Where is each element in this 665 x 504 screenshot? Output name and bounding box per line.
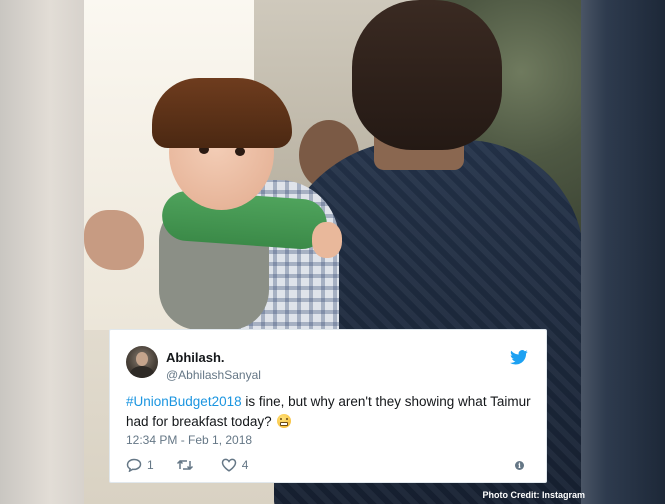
man-head [352,0,502,150]
retweet-icon [176,459,193,471]
twitter-bird-icon[interactable] [510,350,528,365]
baby-hair [152,78,292,148]
embedded-tweet-card[interactable]: Abhilash. @AbhilashSanyal #UnionBudget20… [109,329,547,483]
tweet-text: #UnionBudget2018 is fine, but why aren't… [126,392,531,432]
display-name[interactable]: Abhilash. [166,350,225,365]
avatar[interactable] [126,346,158,378]
photo-credit: Photo Credit: Instagram [482,490,585,500]
baby-hand [312,222,342,258]
grimacing-face-icon [277,414,292,428]
hashtag-link[interactable]: #UnionBudget2018 [126,394,242,409]
reply-button[interactable]: 1 [126,458,154,472]
retweet-button[interactable] [176,458,199,472]
reply-count: 1 [147,458,154,472]
blurred-right-edge [581,0,665,504]
reply-icon [126,458,142,472]
background-arm [84,210,144,270]
info-icon[interactable]: i [515,461,524,470]
like-count: 4 [241,458,249,472]
heart-icon [221,458,236,472]
baby-eye [235,147,245,156]
tweet-timestamp[interactable]: 12:34 PM - Feb 1, 2018 [126,433,252,447]
like-button[interactable]: 4 [221,458,249,472]
blurred-left-edge [0,0,84,504]
user-handle[interactable]: @AbhilashSanyal [166,368,261,382]
tweet-actions: 1 4 [126,456,270,474]
